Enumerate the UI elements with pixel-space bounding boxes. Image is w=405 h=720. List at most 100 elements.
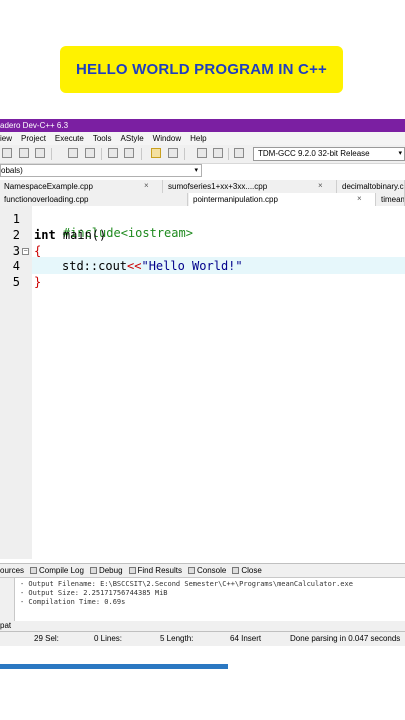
status-parsing: Done parsing in 0.047 seconds (290, 634, 401, 643)
replace-icon[interactable] (85, 148, 95, 158)
close-file-icon[interactable] (19, 148, 29, 158)
tab-debug[interactable]: Debug (89, 564, 123, 577)
tab-label: ources (0, 566, 25, 575)
menu-help[interactable]: Help (190, 132, 206, 145)
redo-icon[interactable] (168, 148, 178, 158)
line-number: 4 (12, 259, 20, 273)
file-tabs-row-2: functionoverloading.cpp pointermanipulat… (0, 193, 405, 207)
toolbar-separator (141, 148, 142, 160)
close-icon[interactable]: × (318, 180, 323, 192)
scope-select[interactable]: obals) ▾ (0, 164, 202, 177)
code-editor[interactable]: 1 2 3 4 5 − #include<iostream> int main(… (0, 206, 405, 559)
chevron-down-icon: ▾ (194, 167, 198, 174)
menu-execute[interactable]: Execute (55, 132, 84, 145)
back-icon[interactable] (197, 148, 207, 158)
toolbar-separator (51, 148, 52, 160)
status-insert: 64 Insert (230, 634, 262, 643)
console-icon (187, 567, 195, 574)
forward-icon[interactable] (213, 148, 223, 158)
tab-decimaltobinary[interactable]: decimaltobinary.cp (338, 180, 405, 193)
cout-statement: std::cout (62, 259, 128, 273)
menu-view[interactable]: iew (0, 132, 12, 145)
log-line: - Output Size: 2.25171756744385 MiB (20, 589, 168, 597)
print-icon[interactable] (35, 148, 45, 158)
tab-timeam[interactable]: timeam (377, 193, 405, 206)
function-signature: main() (55, 228, 107, 242)
tab-label: pointermanipulation.cpp (193, 195, 278, 204)
tab-console[interactable]: Console (187, 564, 227, 577)
pattern-row: pat (0, 621, 405, 631)
tab-label: Find Results (137, 566, 182, 575)
tab-compile-log[interactable]: Compile Log (30, 564, 84, 577)
banner-text: HELLO WORLD PROGRAM IN C++ (75, 61, 328, 78)
compile-log-panel: - Output Filename: E:\BSCCSIT\2.Second S… (0, 577, 405, 624)
log-line: - Output Filename: E:\BSCCSIT\2.Second S… (20, 580, 353, 588)
tab-close[interactable]: Close (232, 564, 262, 577)
indent-icon[interactable] (108, 148, 118, 158)
tab-label: sumofseries1+xx+3xx....cpp (168, 182, 268, 191)
toolbar-separator (101, 148, 102, 160)
close-icon[interactable]: × (144, 180, 149, 192)
tab-resources[interactable]: ources (0, 564, 24, 577)
chevron-down-icon: ▾ (398, 150, 402, 157)
tab-namespace-example[interactable]: NamespaceExample.cpp × (0, 180, 163, 193)
fold-toggle-icon[interactable]: − (22, 248, 29, 255)
tab-find-results[interactable]: Find Results (128, 564, 182, 577)
toolbar-separator (228, 148, 229, 160)
menu-bar: iew Project Execute Tools AStyle Window … (0, 132, 405, 145)
open-brace: { (34, 244, 42, 258)
menu-astyle[interactable]: AStyle (121, 132, 144, 145)
undo-icon[interactable] (151, 148, 161, 158)
status-bar: 29 Sel: 0 Lines: 5 Length: 64 Insert Don… (0, 631, 405, 646)
line-number: 2 (12, 228, 20, 242)
keyword-int: int (34, 228, 56, 242)
close-panel-icon (232, 567, 240, 574)
unindent-icon[interactable] (124, 148, 134, 158)
compiler-select[interactable]: TDM-GCC 9.2.0 32-bit Release ▾ (253, 147, 405, 161)
bottom-panel-tabs: ources Compile Log Debug Find Results Co… (0, 563, 405, 577)
options-icon[interactable] (234, 148, 244, 158)
tab-label: decimaltobinary.cp (342, 182, 405, 191)
menu-window[interactable]: Window (153, 132, 181, 145)
find-results-icon (128, 567, 136, 574)
tab-label: NamespaceExample.cpp (4, 182, 93, 191)
tab-label: Debug (98, 566, 123, 575)
find-icon[interactable] (68, 148, 78, 158)
log-line: - Compilation Time: 0.69s (20, 598, 126, 606)
tab-label: functionoverloading.cpp (4, 195, 89, 204)
pattern-label: pat (0, 621, 12, 630)
compiler-value: TDM-GCC 9.2.0 32-bit Release (258, 149, 370, 158)
save-all-icon[interactable] (2, 148, 12, 158)
line-number: 5 (12, 275, 20, 289)
tab-sumofseries[interactable]: sumofseries1+xx+3xx....cpp × (164, 180, 337, 193)
close-brace: } (34, 275, 42, 289)
scope-value: obals) (1, 166, 23, 175)
toolbar-separator (184, 148, 185, 160)
close-icon[interactable]: × (357, 193, 362, 205)
file-tabs-row-1: NamespaceExample.cpp × sumofseries1+xx+3… (0, 180, 405, 193)
window-titlebar: adero Dev-C++ 6.3 (0, 119, 405, 132)
line-number: 1 (12, 212, 20, 226)
status-sel: 29 Sel: (34, 634, 59, 643)
code-line-5: } (34, 275, 41, 289)
compile-log-icon (30, 567, 38, 574)
progress-bar (0, 664, 228, 669)
tab-functionoverloading[interactable]: functionoverloading.cpp (0, 193, 188, 206)
tab-pointermanipulation[interactable]: pointermanipulation.cpp × (189, 193, 376, 206)
status-length: 5 Length: (160, 634, 194, 643)
menu-tools[interactable]: Tools (93, 132, 112, 145)
string-literal: "Hello World!" (141, 259, 243, 273)
code-line-3: { (34, 244, 41, 258)
status-lines: 0 Lines: (94, 634, 123, 643)
compile-log-text: - Output Filename: E:\BSCCSIT\2.Second S… (20, 580, 353, 607)
code-line-2: int main() (34, 228, 106, 242)
tab-label: Compile Log (39, 566, 84, 575)
log-side-panel (0, 578, 15, 624)
window-title: adero Dev-C++ 6.3 (0, 121, 69, 130)
title-banner: HELLO WORLD PROGRAM IN C++ (60, 46, 343, 93)
menu-project[interactable]: Project (21, 132, 46, 145)
tab-label: Console (196, 566, 227, 575)
stream-operator: << (127, 259, 142, 273)
debug-icon (89, 567, 97, 574)
code-line-4: std::cout<<"Hello World!" (62, 259, 243, 273)
